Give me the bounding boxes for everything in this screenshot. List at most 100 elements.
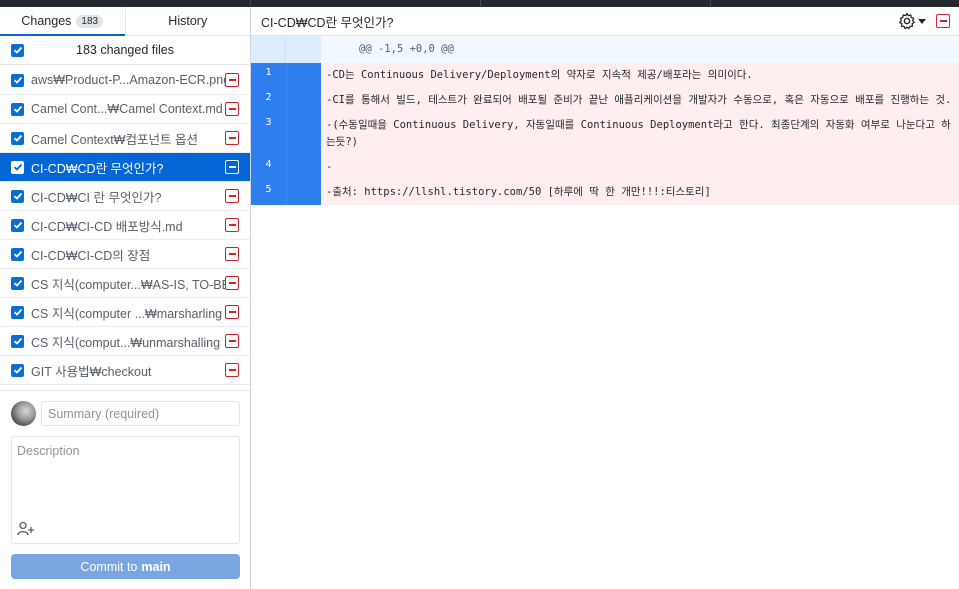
diff-line[interactable]: 4 - [251, 155, 959, 180]
file-list-item[interactable]: CI-CD₩CI 란 무엇인가? [0, 182, 250, 211]
file-list-item[interactable]: CS 지식(computer...₩AS-IS, TO-BE [0, 269, 250, 298]
file-checkbox[interactable] [11, 189, 24, 203]
person-add-icon[interactable] [17, 521, 35, 537]
diff-line[interactable]: 5 -출처: https://llshl.tistory.com/50 [하루에… [251, 180, 959, 205]
hunk-gutter [251, 36, 286, 63]
title-bar-divider [250, 0, 251, 7]
file-checkbox[interactable] [11, 73, 24, 87]
file-checkbox[interactable] [11, 305, 24, 319]
changed-files-count: 183 changed files [76, 43, 174, 57]
sidebar-tabs: Changes 183 History [0, 7, 250, 36]
tab-changes[interactable]: Changes 183 [0, 7, 125, 36]
title-bar [0, 0, 959, 7]
changes-count-badge: 183 [76, 14, 104, 28]
minus-square-icon[interactable] [225, 334, 239, 348]
minus-square-icon[interactable] [225, 305, 239, 319]
commit-panel: Commit to main [0, 390, 250, 589]
line-number[interactable]: 2 [251, 88, 286, 113]
line-number-new [286, 63, 321, 88]
commit-button-label: Commit to [80, 559, 138, 574]
minus-square-icon[interactable] [225, 276, 239, 290]
minus-square-icon[interactable] [225, 73, 239, 87]
file-list-item[interactable]: GIT 사용법₩checkout [0, 356, 250, 385]
file-checkbox[interactable] [11, 131, 24, 145]
line-number[interactable]: 3 [251, 113, 286, 155]
file-checkbox[interactable] [11, 102, 24, 116]
changes-sidebar: Changes 183 History 183 changed files aw… [0, 7, 251, 589]
minus-square-icon[interactable] [936, 14, 950, 28]
description-input[interactable] [11, 436, 240, 544]
diff-line-text: - [326, 161, 333, 173]
hunk-gutter [286, 36, 321, 63]
diff-line[interactable]: 3 -(수동일때을 Continuous Delivery, 자동일때를 Con… [251, 113, 959, 155]
check-icon [13, 250, 22, 258]
file-path: aws₩Product-P...Amazon-ECR.png [31, 73, 225, 87]
line-number[interactable]: 5 [251, 180, 286, 205]
tab-history-label: History [168, 14, 208, 28]
check-icon [13, 46, 22, 54]
file-path: CS 지식(computer ...₩marsharling [31, 306, 223, 321]
file-checkbox[interactable] [11, 160, 24, 174]
file-checkbox[interactable] [11, 276, 24, 290]
check-icon [13, 163, 22, 171]
file-checkbox[interactable] [11, 218, 24, 232]
commit-branch-name: main [141, 559, 171, 574]
diff-line-text: -CD는 Continuous Delivery/Deployment의 약자로… [326, 69, 753, 81]
check-icon [13, 279, 22, 287]
line-number[interactable]: 4 [251, 155, 286, 180]
diff-line-text: -출처: https://llshl.tistory.com/50 [하루에 딱… [326, 186, 711, 198]
minus-square-icon[interactable] [225, 363, 239, 377]
diff-line-text: -CI를 통해서 빌드, 테스트가 완료되어 배포될 준비가 끝난 애플리케이션… [326, 94, 952, 106]
check-icon [13, 337, 22, 345]
diff-line[interactable]: 2 -CI를 통해서 빌드, 테스트가 완료되어 배포될 준비가 끝난 애플리케… [251, 88, 959, 113]
line-number-new [286, 88, 321, 113]
file-path: CI-CD₩CI-CD의 장점 [31, 248, 151, 263]
file-path: CI-CD₩CD란 무엇인가? [31, 161, 164, 176]
file-list-item-selected[interactable]: CI-CD₩CD란 무엇인가? [0, 153, 250, 182]
file-path: Camel Context₩컴포넌트 옵션 [31, 132, 198, 147]
hunk-header-text: @@ -1,5 +0,0 @@ [359, 43, 454, 55]
file-checkbox[interactable] [11, 334, 24, 348]
minus-square-icon[interactable] [225, 218, 239, 232]
minus-square-icon[interactable] [225, 160, 239, 174]
tab-changes-label: Changes [21, 14, 72, 28]
file-list-item[interactable]: CS 지식(computer ...₩marsharling [0, 298, 250, 327]
commit-button[interactable]: Commit to main [11, 554, 240, 579]
check-icon [13, 308, 22, 316]
chevron-down-icon[interactable] [918, 18, 926, 24]
hunk-header: @@ -1,5 +0,0 @@ [251, 36, 959, 63]
minus-square-icon[interactable] [225, 247, 239, 261]
diff-line[interactable]: 1 -CD는 Continuous Delivery/Deployment의 약… [251, 63, 959, 88]
file-list-item[interactable]: CI-CD₩CI-CD 배포방식.md [0, 211, 250, 240]
minus-square-icon[interactable] [225, 102, 239, 116]
diff-panel: CI-CD₩CD란 무엇인가? @@ -1,5 +0,0 @@ 1 -CD는 C… [251, 7, 959, 589]
file-checkbox[interactable] [11, 363, 24, 377]
gear-icon[interactable] [898, 12, 916, 30]
line-number-new [286, 155, 321, 180]
file-list-item[interactable]: Camel Cont...₩Camel Context.md [0, 95, 250, 124]
line-number-new [286, 180, 321, 205]
minus-square-icon[interactable] [225, 189, 239, 203]
tab-history[interactable]: History [124, 7, 251, 35]
file-list-item[interactable]: CS 지식(comput...₩unmarshalling [0, 327, 250, 356]
check-icon [13, 105, 22, 113]
select-all-checkbox[interactable] [11, 43, 24, 57]
file-list-item[interactable]: CI-CD₩CI-CD의 장점 [0, 240, 250, 269]
diff-line-text: -(수동일때을 Continuous Delivery, 자동일때를 Conti… [326, 119, 951, 148]
file-path: CI-CD₩CI-CD 배포방식.md [31, 219, 183, 234]
summary-input[interactable] [41, 401, 240, 426]
file-path: CS 지식(computer...₩AS-IS, TO-BE [31, 277, 225, 292]
line-number-new [286, 113, 321, 155]
file-list-item[interactable]: aws₩Product-P...Amazon-ECR.png [0, 66, 250, 95]
changed-files-list: aws₩Product-P...Amazon-ECR.png Camel Con… [0, 66, 250, 385]
file-path: CS 지식(comput...₩unmarshalling [31, 335, 221, 350]
line-number[interactable]: 1 [251, 63, 286, 88]
minus-square-icon[interactable] [225, 131, 239, 145]
check-icon [13, 366, 22, 374]
check-icon [13, 192, 22, 200]
file-path: GIT 사용법₩checkout [31, 364, 152, 379]
file-path: Camel Cont...₩Camel Context.md [31, 102, 223, 116]
file-checkbox[interactable] [11, 247, 24, 261]
changes-header: 183 changed files [0, 36, 250, 65]
file-list-item[interactable]: Camel Context₩컴포넌트 옵션 [0, 124, 250, 153]
